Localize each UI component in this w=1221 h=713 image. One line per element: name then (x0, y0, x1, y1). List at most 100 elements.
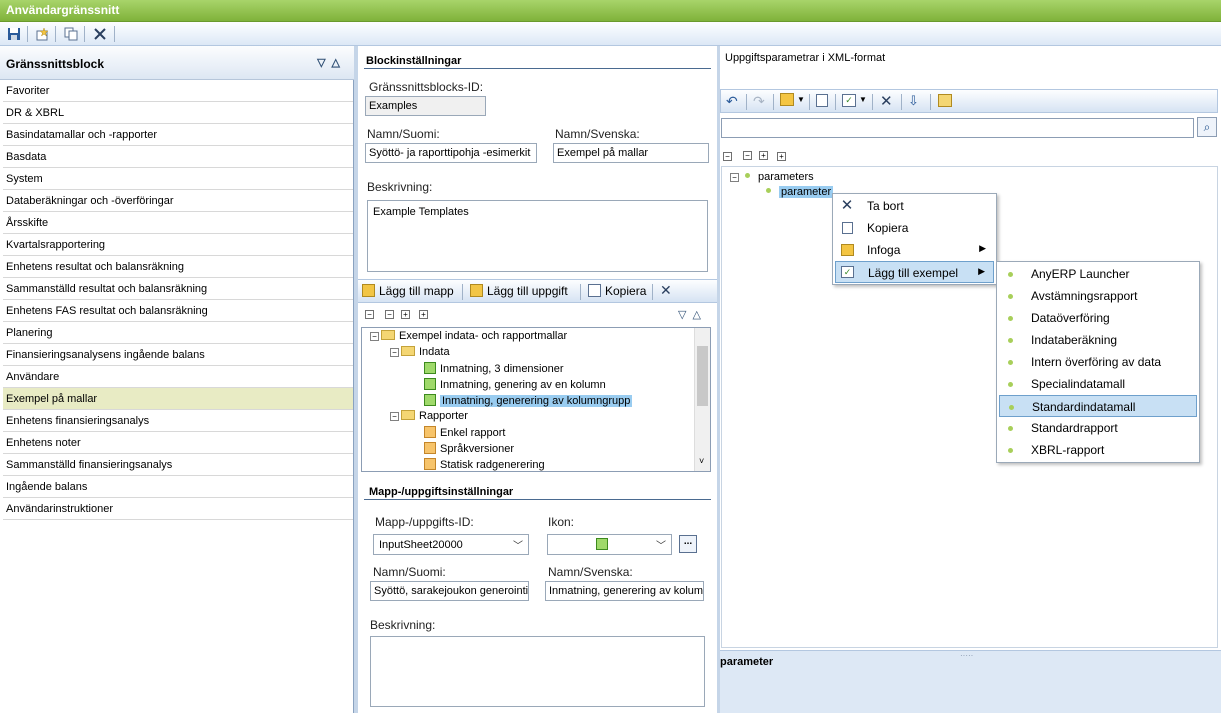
tree-node-root[interactable]: − Exempel indata- och rapportmallar (370, 330, 567, 342)
expand-icon[interactable]: + (401, 310, 410, 319)
interface-block-item[interactable]: DR & XBRL (3, 102, 353, 124)
task-description-field[interactable] (370, 636, 705, 707)
interface-block-item[interactable]: Enhetens FAS resultat och balansräkning (3, 300, 353, 322)
tree-node-label: Språkversioner (440, 443, 514, 455)
tree-scrollbar[interactable]: ˅ (694, 328, 710, 471)
import-icon[interactable]: ⇩ (908, 93, 919, 109)
export-icon[interactable] (938, 94, 952, 107)
browse-icon-button[interactable]: ... (679, 535, 697, 553)
copy-node-icon[interactable] (816, 94, 828, 107)
interface-block-item[interactable]: Kvartalsrapportering (3, 234, 353, 256)
menu-item-insert[interactable]: Infoga ▶ (835, 239, 994, 261)
scroll-down-icon[interactable]: ˅ (699, 456, 704, 466)
task-id-select[interactable]: InputSheet20000 ﹀ (373, 534, 529, 555)
app-title-bar: Användargränssnitt (0, 0, 1221, 22)
interface-block-item[interactable]: Enhetens noter (3, 432, 353, 454)
interface-block-item[interactable]: Användarinstruktioner (3, 498, 353, 520)
tree-node-task-selected[interactable]: Inmatning, generering av kolumngrupp (424, 394, 633, 407)
interface-block-item[interactable]: Användare (3, 366, 353, 388)
collapse-all-icon[interactable]: − (365, 310, 374, 319)
interface-blocks-title: Gränssnittsblock (6, 57, 105, 71)
delete-task-icon[interactable]: ✕ (660, 282, 672, 299)
add-task-button[interactable]: Lägg till uppgift (470, 284, 568, 298)
interface-block-item[interactable]: Favoriter (3, 80, 353, 102)
resize-grip-icon[interactable]: ····· (960, 651, 973, 660)
interface-block-item[interactable]: Exempel på mallar (3, 388, 353, 410)
submenu-item[interactable]: XBRL-rapport (999, 439, 1197, 461)
interface-block-item[interactable]: System (3, 168, 353, 190)
submenu-item-label: Standardindatamall (1032, 400, 1136, 414)
tree-node-task[interactable]: Statisk radgenerering (424, 458, 545, 471)
interface-block-item[interactable]: Sammanställd finansieringsanalys (3, 454, 353, 476)
interface-block-item[interactable]: Årsskifte (3, 212, 353, 234)
menu-item-delete[interactable]: ✕ Ta bort (835, 195, 994, 217)
icon-select[interactable]: ﹀ (547, 534, 672, 555)
search-icon[interactable]: ⌕ (1197, 117, 1217, 137)
tree-node-task[interactable]: Språkversioner (424, 442, 514, 455)
menu-item-add-example[interactable]: ✓ Lägg till exempel ▶ (835, 261, 994, 283)
collapse-arrows-icon[interactable]: ▽△ (317, 56, 346, 69)
collapse-icon[interactable]: − (743, 151, 752, 160)
submenu-item[interactable]: Indataberäkning (999, 329, 1197, 351)
submenu-item[interactable]: Standardindatamall (999, 395, 1197, 417)
submenu-item[interactable]: Standardrapport (999, 417, 1197, 439)
tree-node-rapporter[interactable]: − Rapporter (390, 410, 468, 422)
expand-all-icon[interactable]: + (419, 310, 428, 319)
delete-icon[interactable] (91, 25, 109, 43)
chevron-down-icon[interactable]: ▼ (797, 95, 805, 104)
interface-blocks-panel: Gränssnittsblock ▽△ Favoriter DR & XBRL Ba… (0, 46, 354, 713)
tree-node-task[interactable]: Inmatning, 3 dimensioner (424, 362, 564, 375)
undo-icon[interactable]: ↶ (726, 93, 738, 110)
submenu-item[interactable]: AnyERP Launcher (999, 263, 1197, 285)
interface-block-item[interactable]: Finansieringsanalysens ingående balans (3, 344, 353, 366)
submenu-item-label: Indataberäkning (1031, 333, 1118, 347)
collapse-icon[interactable]: − (385, 310, 394, 319)
interface-block-item[interactable]: Enhetens resultat och balansräkning (3, 256, 353, 278)
new-icon[interactable] (33, 25, 51, 43)
add-folder-button[interactable]: Lägg till mapp (362, 284, 454, 298)
task-name-fi-field[interactable]: Syöttö, sarakejoukon generointi (370, 581, 529, 601)
search-input[interactable] (721, 118, 1194, 138)
interface-block-item[interactable]: Sammanställd resultat och balansräkning (3, 278, 353, 300)
interface-blocks-header: Gränssnittsblock ▽△ (0, 46, 354, 80)
delete-node-icon[interactable]: ✕ (880, 92, 893, 110)
interface-blocks-list: Favoriter DR & XBRL Basindatamallar och -r… (3, 80, 353, 520)
interface-block-item[interactable]: Databeräkningar och -överföringar (3, 190, 353, 212)
redo-icon[interactable]: ↷ (753, 93, 765, 110)
tree-node-task[interactable]: Enkel rapport (424, 426, 505, 439)
interface-block-item[interactable]: Ingående balans (3, 476, 353, 498)
scroll-thumb[interactable] (697, 346, 708, 406)
interface-block-item[interactable]: Basindatamallar och -rapporter (3, 124, 353, 146)
name-sv-field[interactable]: Exempel på mallar (553, 143, 709, 163)
expand-icon[interactable]: + (759, 151, 768, 160)
add-node-icon[interactable] (780, 93, 794, 106)
tree-node-indata[interactable]: − Indata (390, 346, 450, 358)
collapse-all-icon[interactable]: − (723, 152, 732, 161)
block-id-field[interactable]: Examples (365, 96, 486, 116)
copy-task-button[interactable]: Kopiera (588, 284, 646, 298)
menu-item-copy[interactable]: Kopiera (835, 217, 994, 239)
submenu-item[interactable]: Dataöverföring (999, 307, 1197, 329)
submenu-item[interactable]: Avstämningsrapport (999, 285, 1197, 307)
tree-node-task[interactable]: Inmatning, genering av en kolumn (424, 378, 606, 391)
task-name-fi-label: Namn/Suomi: (373, 565, 446, 579)
copy-icon[interactable] (62, 25, 80, 43)
xml-node-parameter[interactable]: parameter (762, 186, 834, 198)
name-fi-field[interactable]: Syöttö- ja raporttipohja -esimerkit (365, 143, 537, 163)
interface-block-item[interactable]: Basdata (3, 146, 353, 168)
tree-collapse-arrows-icon[interactable]: ▽△ (678, 308, 707, 321)
input-sheet-icon (424, 394, 436, 406)
submenu-item-label: Intern överföring av data (1031, 355, 1162, 369)
expand-all-icon[interactable]: + (777, 152, 786, 161)
submenu-item[interactable]: Intern överföring av data (999, 351, 1197, 373)
interface-block-item[interactable]: Enhetens finansieringsanalys (3, 410, 353, 432)
chevron-down-icon[interactable]: ▼ (859, 95, 867, 104)
folder-icon (401, 410, 415, 420)
xml-node-parameters[interactable]: − parameters (730, 171, 814, 183)
add-example-icon[interactable]: ✓ (842, 94, 856, 107)
interface-block-item[interactable]: Planering (3, 322, 353, 344)
save-icon[interactable] (5, 25, 23, 43)
submenu-item[interactable]: Specialindatamall (999, 373, 1197, 395)
task-name-sv-field[interactable]: Inmatning, generering av kolumngrupp (545, 581, 704, 601)
description-field[interactable]: Example Templates (367, 200, 708, 272)
